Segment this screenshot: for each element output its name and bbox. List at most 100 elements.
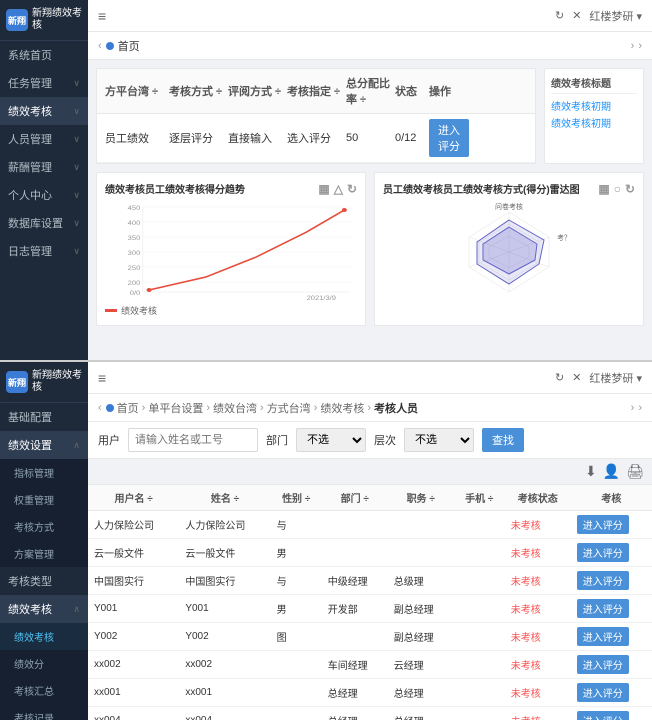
sidebar-item-personal[interactable]: 个人中心 ∨ [0, 181, 88, 209]
user-text-bottom[interactable]: 红楼梦研 ▾ [589, 370, 642, 386]
sidebar-sub-item-indicator[interactable]: 指标管理 [0, 459, 88, 486]
legend-label: 绩效考核 [121, 304, 157, 317]
enter-button[interactable]: 进入评分 [577, 543, 629, 562]
th-assess-action[interactable]: 考核 [571, 485, 652, 511]
th-dept[interactable]: 部门 ÷ [322, 485, 388, 511]
right-item-1[interactable]: 绩效考核初期 [551, 98, 637, 113]
refresh-icon[interactable]: ↻ [347, 182, 357, 196]
enter-score-button[interactable]: 进入评分 [429, 119, 469, 157]
person-icon[interactable]: 👤 [603, 463, 620, 480]
nav-next-icon[interactable]: › [631, 40, 635, 52]
sidebar-sub-item-summary[interactable]: 考核汇总 [0, 677, 88, 704]
sidebar-item-db[interactable]: 数据库设置 ∨ [0, 209, 88, 237]
bc-item-3[interactable]: 方式台湾 [267, 400, 311, 416]
th-job[interactable]: 职务 ÷ [388, 485, 454, 511]
close-icon-bottom[interactable]: ✕ [572, 371, 581, 384]
th-phone[interactable]: 手机 ÷ [454, 485, 505, 511]
td-action: 进入评分 [571, 651, 652, 679]
nav-prev-icon[interactable]: ‹ [98, 40, 102, 52]
print-icon[interactable]: 🖨 [626, 463, 644, 480]
sidebar-item-home[interactable]: 系统首页 [0, 41, 88, 69]
menu-icon[interactable]: ≡ [98, 8, 106, 24]
th-name[interactable]: 姓名 ÷ [179, 485, 270, 511]
td-username: Y001 [88, 595, 179, 623]
sidebar-item-log[interactable]: 日志管理 ∨ [0, 237, 88, 265]
td-job: 总级理 [388, 567, 454, 595]
th-assess-status[interactable]: 考核状态 [505, 485, 571, 511]
nav-prev-icon-bottom[interactable]: ‹ [98, 402, 102, 414]
sidebar-item-perf-setting[interactable]: 绩效设置 ∧ [0, 431, 88, 459]
bc-item-2[interactable]: 绩效台湾 [213, 400, 257, 416]
sidebar-item-salary[interactable]: 薪酬管理 ∨ [0, 153, 88, 181]
download-icon[interactable]: ⬇ [585, 463, 597, 480]
td-phone [454, 539, 505, 567]
chevron-icon: ∨ [73, 190, 80, 201]
svg-text:400: 400 [128, 221, 141, 227]
sidebar-sub-item-weight[interactable]: 权重管理 [0, 486, 88, 513]
enter-button[interactable]: 进入评分 [577, 571, 629, 590]
circle-icon[interactable]: ○ [614, 182, 621, 196]
sidebar-item-perf[interactable]: 绩效考核 ∨ [0, 97, 88, 125]
data-table: 用户名 ÷ 姓名 ÷ 性别 ÷ 部门 ÷ 职务 ÷ 手机 ÷ 考核状态 考核 人… [88, 485, 652, 720]
enter-button[interactable]: 进入评分 [577, 711, 629, 720]
sidebar-sub-item-method[interactable]: 考核方式 [0, 513, 88, 540]
sidebar-item-people[interactable]: 人员管理 ∨ [0, 125, 88, 153]
enter-button[interactable]: 进入评分 [577, 627, 629, 646]
td-col2: 逐层评分 [169, 130, 224, 146]
sidebar-item-perf-assess[interactable]: 绩效考核 ∧ [0, 595, 88, 623]
sidebar-sub-item-score[interactable]: 绩效分 [0, 650, 88, 677]
refresh-icon[interactable]: ↻ [555, 9, 564, 22]
th-gender[interactable]: 性别 ÷ [271, 485, 322, 511]
sidebar-sub-item-plan[interactable]: 方案管理 [0, 540, 88, 567]
td-status: 未考核 [505, 567, 571, 595]
bc-sep-1: › [206, 402, 210, 414]
td-dept: 总经理 [322, 679, 388, 707]
td-job: 云经理 [388, 651, 454, 679]
chevron-icon: ∨ [73, 106, 80, 117]
sidebar-sub-item-assess[interactable]: 绩效考核 [0, 623, 88, 650]
chart1-title: 绩效考核员工绩效考核得分趋势 ▦ △ ↻ [105, 181, 357, 196]
sidebar-item-assess-type[interactable]: 考核类型 [0, 567, 88, 595]
td-name: xx002 [179, 651, 270, 679]
enter-button[interactable]: 进入评分 [577, 683, 629, 702]
user-text[interactable]: 红楼梦研 ▾ [589, 8, 642, 24]
th-status: 状态 [395, 75, 425, 107]
close-icon[interactable]: ✕ [572, 9, 581, 22]
td-dept: 中级经理 [322, 567, 388, 595]
sidebar-sub-perf: 指标管理 权重管理 考核方式 方案管理 [0, 459, 88, 567]
search-button[interactable]: 查找 [482, 428, 524, 452]
filter-select-level[interactable]: 不选 [404, 428, 474, 452]
breadcrumb-item[interactable]: 首页 [118, 38, 140, 54]
enter-button[interactable]: 进入评分 [577, 655, 629, 674]
enter-button[interactable]: 进入评分 [577, 515, 629, 534]
top-content-row: 方平台湾 ÷ 考核方式 ÷ 评阅方式 ÷ 考核指定 ÷ 总分配比率 ÷ 状态 操… [96, 68, 644, 164]
right-item-2[interactable]: 绩效考核初期 [551, 115, 637, 130]
bc-item-0[interactable]: 首页 [117, 400, 139, 416]
table-icon[interactable]: ▦ [598, 182, 609, 196]
sidebar-item-task[interactable]: 任务管理 ∨ [0, 69, 88, 97]
sidebar-item-basic-config[interactable]: 基础配置 [0, 403, 88, 431]
filter-select-dept[interactable]: 不选 [296, 428, 366, 452]
td-action: 进入评分 [571, 707, 652, 720]
bc-item-5[interactable]: 考核人员 [374, 400, 418, 416]
filter-input-user[interactable] [128, 428, 258, 452]
table-icon[interactable]: ▦ [318, 182, 329, 196]
td-phone [454, 567, 505, 595]
menu-icon-bottom[interactable]: ≡ [98, 370, 106, 386]
radar-chart-card: 员工绩效考核员工绩效考核方式(得分)雷达图 ▦ ○ ↻ [374, 172, 644, 326]
main-table-section: 方平台湾 ÷ 考核方式 ÷ 评阅方式 ÷ 考核指定 ÷ 总分配比率 ÷ 状态 操… [96, 68, 536, 164]
bc-item-1[interactable]: 单平台设置 [148, 400, 203, 416]
enter-button[interactable]: 进入评分 [577, 599, 629, 618]
refresh-icon[interactable]: ↻ [625, 182, 635, 196]
svg-text:新翔: 新翔 [8, 15, 26, 26]
bc-item-4[interactable]: 绩效考核 [320, 400, 364, 416]
nav-next-icon-bottom[interactable]: › [631, 402, 635, 414]
nav-next-icon2[interactable]: › [638, 40, 642, 52]
td-phone [454, 707, 505, 720]
refresh-icon-bottom[interactable]: ↻ [555, 371, 564, 384]
sidebar-sub-item-record[interactable]: 考核记录 [0, 704, 88, 720]
th-username[interactable]: 用户名 ÷ [88, 485, 179, 511]
td-action: 进入评分 [571, 567, 652, 595]
nav-next-icon2-bottom[interactable]: › [638, 402, 642, 414]
chart-icon[interactable]: △ [334, 182, 343, 196]
